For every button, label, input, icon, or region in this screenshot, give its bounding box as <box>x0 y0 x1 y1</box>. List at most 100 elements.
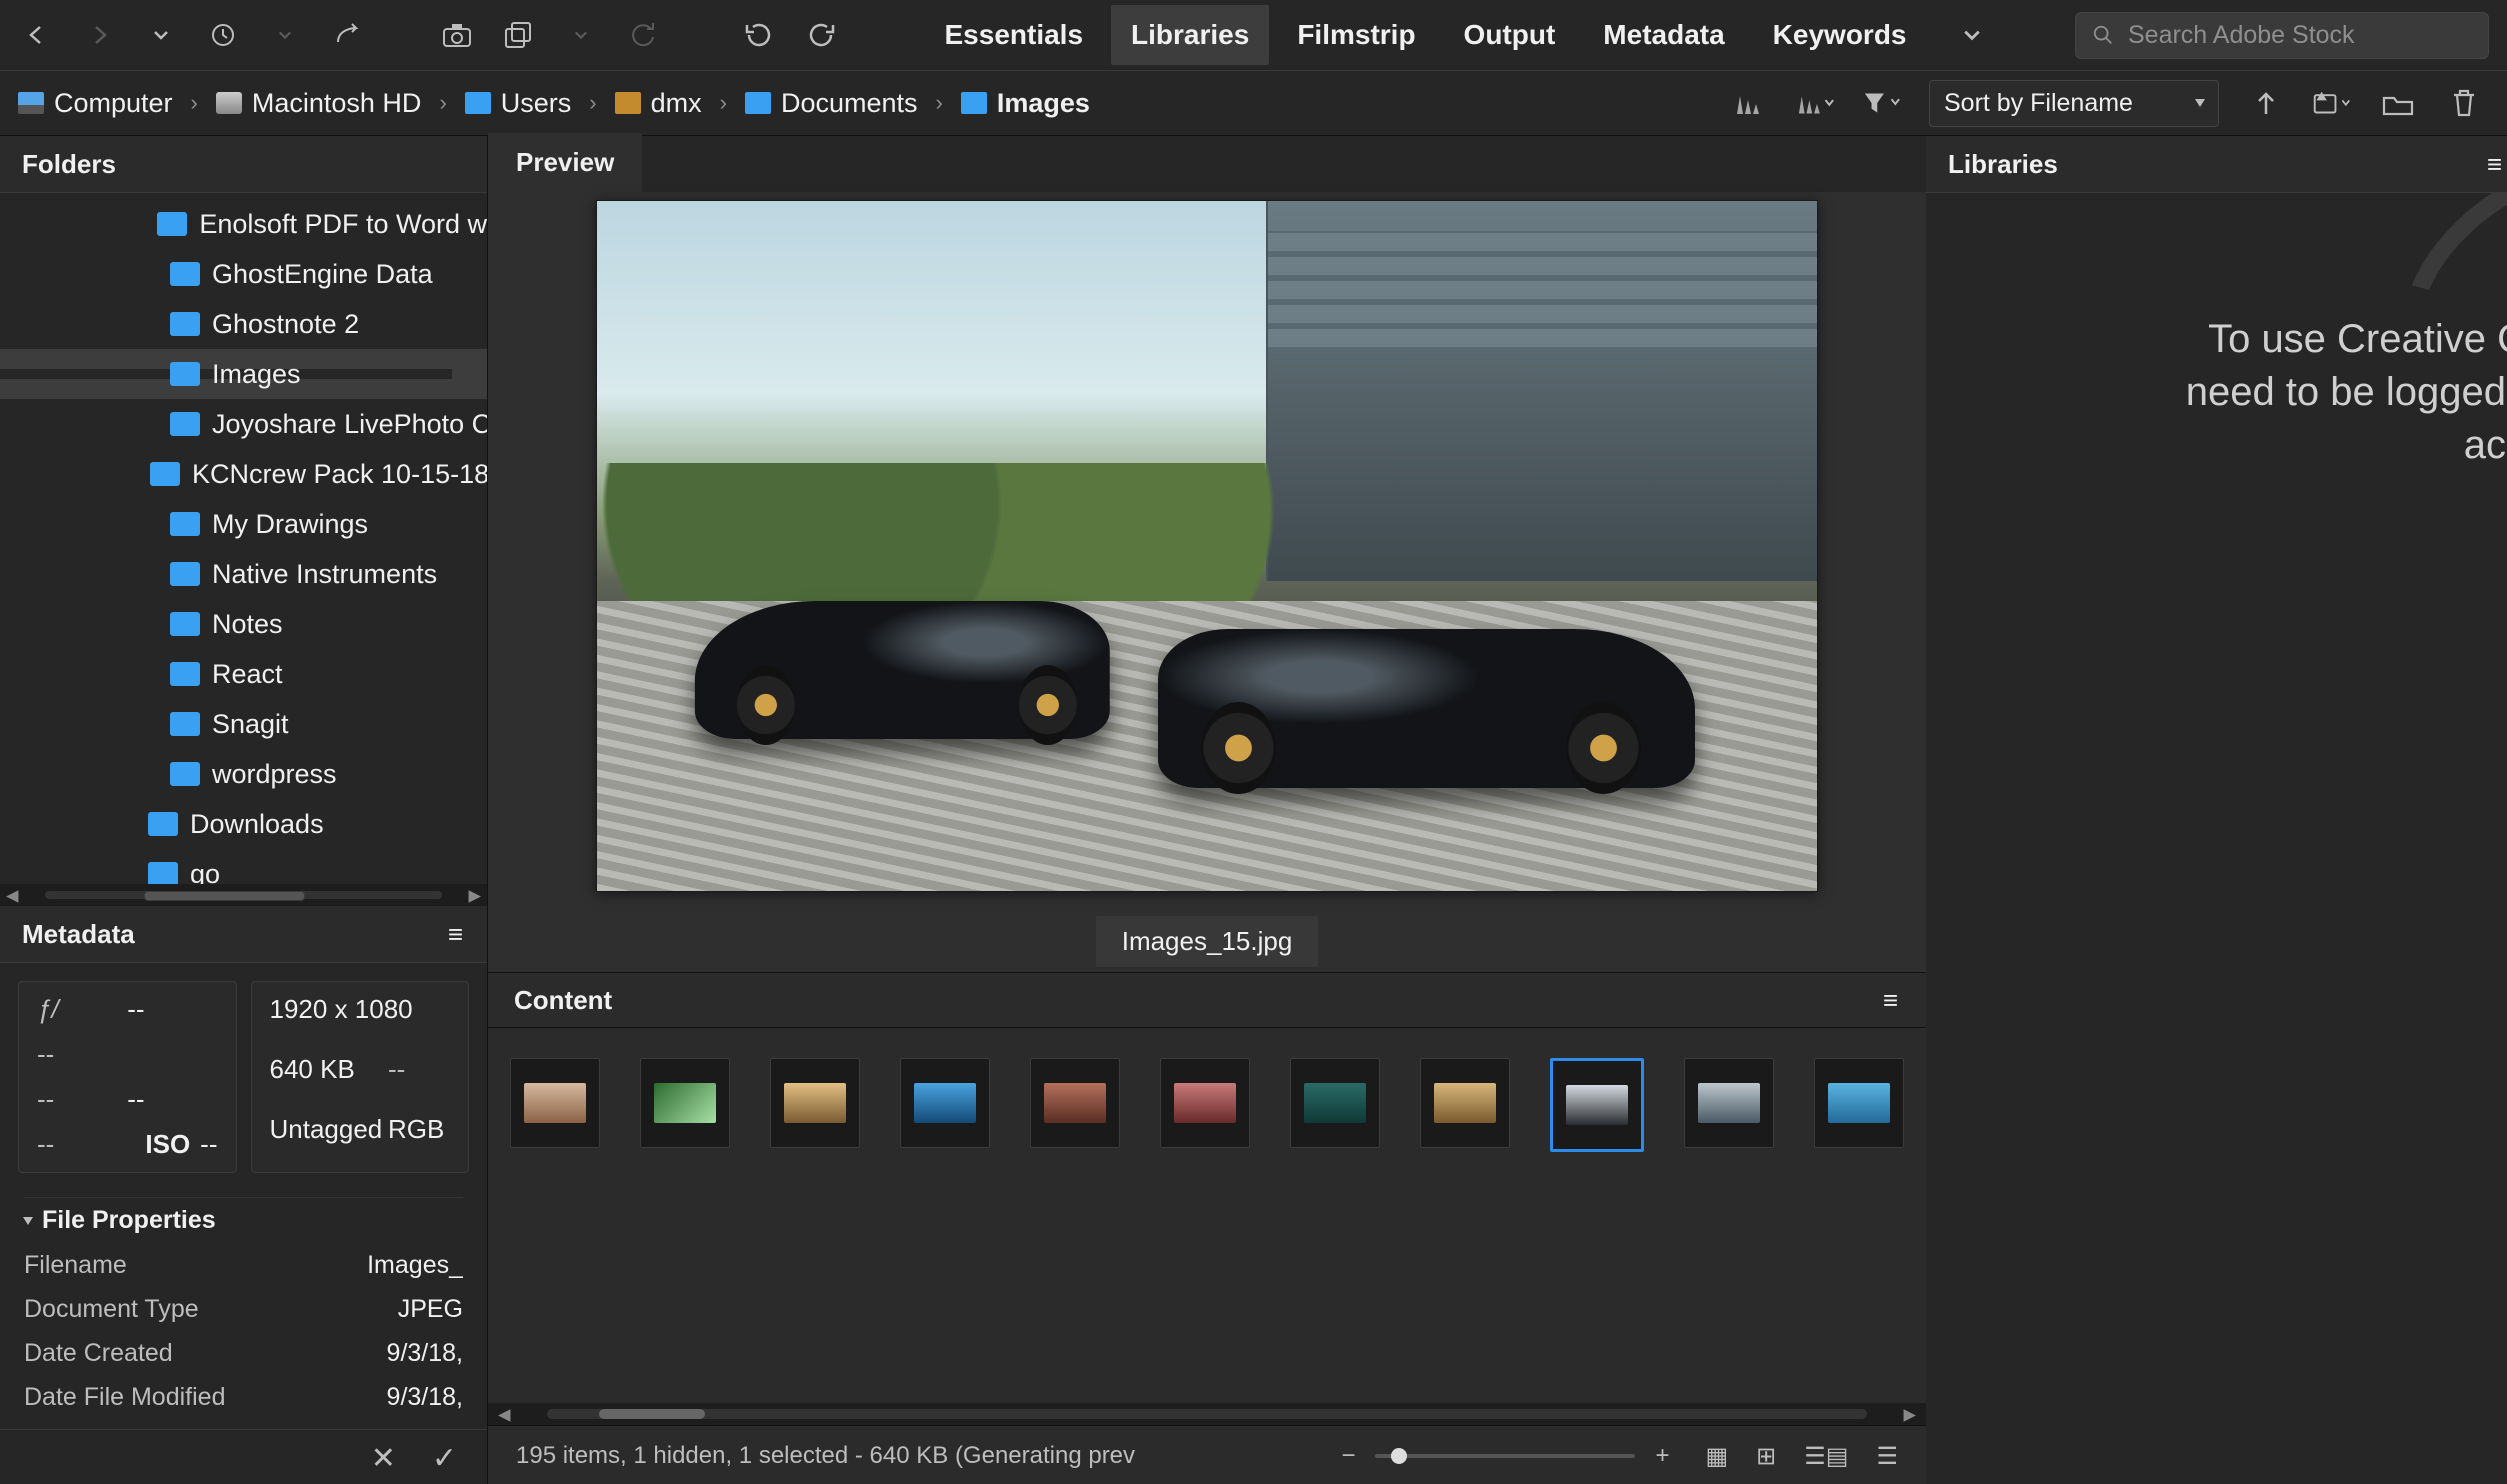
delete-button[interactable] <box>2445 84 2483 122</box>
folder-row[interactable]: My Drawings <box>0 499 487 549</box>
thumbnail[interactable] <box>770 1058 860 1148</box>
zoom-out-icon[interactable]: − <box>1341 1442 1355 1470</box>
nav-forward-button[interactable] <box>80 16 118 54</box>
disclosure-triangle-icon[interactable] <box>138 319 158 329</box>
thumbnail[interactable] <box>510 1058 600 1148</box>
new-folder-button[interactable] <box>2379 84 2417 122</box>
view-grid-button[interactable]: ⊞ <box>1756 1442 1776 1471</box>
folder-label: Snagit <box>212 709 289 740</box>
refresh-sync-icon[interactable] <box>624 16 662 54</box>
folder-row[interactable]: Notes <box>0 599 487 649</box>
libraries-panel-header[interactable]: Libraries ≡ <box>1926 136 2507 193</box>
cancel-metadata-button[interactable]: ✕ <box>371 1441 396 1476</box>
thumbnail[interactable] <box>1684 1058 1774 1148</box>
workspace-tab-essentials[interactable]: Essentials <box>925 5 1104 65</box>
folder-row[interactable]: Enolsoft PDF to Word w <box>0 199 487 249</box>
boomerang-icon[interactable] <box>328 16 366 54</box>
thumbnail[interactable] <box>1420 1058 1510 1148</box>
preview-filename-label[interactable]: Images_15.jpg <box>1096 916 1319 967</box>
view-list-button[interactable]: ☰ <box>1876 1442 1898 1471</box>
filter-funnel-button[interactable] <box>1863 84 1901 122</box>
history-chevron-icon[interactable] <box>266 16 304 54</box>
open-in-app-button[interactable] <box>2313 84 2351 122</box>
disclosure-triangle-icon[interactable] <box>138 269 158 279</box>
batch-chevron-icon[interactable] <box>562 16 600 54</box>
workspace-tab-libraries[interactable]: Libraries <box>1111 5 1269 65</box>
folder-row[interactable]: Images <box>0 349 487 399</box>
rotate-ccw-button[interactable] <box>740 16 778 54</box>
sort-dropdown[interactable]: Sort by Filename <box>1929 80 2219 127</box>
crumb-computer[interactable]: Computer <box>18 88 173 119</box>
view-details-button[interactable]: ☰▤ <box>1804 1442 1848 1471</box>
crumb-users[interactable]: Users <box>465 88 572 119</box>
folder-row[interactable]: Joyoshare LivePhoto Co <box>0 399 487 449</box>
crumb-user-home[interactable]: dmx <box>615 88 702 119</box>
sort-direction-button[interactable] <box>2247 84 2285 122</box>
thumbnail[interactable] <box>1160 1058 1250 1148</box>
dimensions-value: 1920 x 1080 <box>270 994 451 1040</box>
folders-scrollbar[interactable]: ◂ ▸ <box>0 884 487 906</box>
zoom-in-icon[interactable]: + <box>1655 1442 1669 1470</box>
folders-panel-header[interactable]: Folders <box>0 136 487 193</box>
panel-menu-icon[interactable]: ≡ <box>448 919 465 950</box>
content-panel-header[interactable]: Content ≡ <box>488 972 1926 1028</box>
disclosure-triangle-icon <box>23 1217 33 1225</box>
thumbnail-zoom-slider[interactable]: − + <box>1341 1442 1669 1470</box>
thumbnail[interactable] <box>1030 1058 1120 1148</box>
thumbnail[interactable] <box>1814 1058 1904 1148</box>
tab-preview[interactable]: Preview <box>488 133 642 192</box>
crumb-documents[interactable]: Documents <box>745 88 918 119</box>
content-scrollbar[interactable]: ◂ ▸ <box>488 1403 1926 1425</box>
folder-row[interactable]: Ghostnote 2 <box>0 299 487 349</box>
rating-filter-icon[interactable] <box>1731 84 1769 122</box>
batch-rename-button[interactable] <box>500 16 538 54</box>
disclosure-triangle-icon[interactable] <box>138 369 158 379</box>
file-properties-header[interactable]: File Properties <box>24 1197 463 1243</box>
crumb-images[interactable]: Images <box>961 88 1090 119</box>
folder-row[interactable]: Native Instruments <box>0 549 487 599</box>
workspace-tab-keywords[interactable]: Keywords <box>1753 5 1927 65</box>
thumbnail[interactable] <box>640 1058 730 1148</box>
panel-menu-icon[interactable]: ≡ <box>1883 985 1900 1016</box>
workspace-more-dropdown[interactable] <box>1953 16 1991 54</box>
disclosure-triangle-icon[interactable] <box>116 819 136 829</box>
disclosure-triangle-icon[interactable] <box>116 869 136 879</box>
folder-label: Native Instruments <box>212 559 437 590</box>
folder-label: GhostEngine Data <box>212 259 433 290</box>
crumb-macintosh-hd[interactable]: Macintosh HD <box>216 88 422 119</box>
apply-metadata-button[interactable]: ✓ <box>432 1441 457 1476</box>
disclosure-triangle-icon[interactable] <box>138 419 158 429</box>
folder-row[interactable]: GhostEngine Data <box>0 249 487 299</box>
disclosure-triangle-icon[interactable] <box>138 569 158 579</box>
folder-row[interactable]: wordpress <box>0 749 487 799</box>
folder-row[interactable]: Snagit <box>0 699 487 749</box>
panel-menu-icon[interactable]: ≡ <box>2487 149 2504 180</box>
folder-label: Notes <box>212 609 283 640</box>
disclosure-triangle-icon[interactable] <box>138 669 158 679</box>
thumbnail[interactable] <box>1550 1058 1644 1152</box>
preview-image[interactable] <box>596 200 1818 892</box>
folder-row[interactable]: Downloads <box>0 799 487 849</box>
workspace-tab-output[interactable]: Output <box>1444 5 1576 65</box>
search-stock-input[interactable]: Search Adobe Stock <box>2075 12 2489 59</box>
folder-label: Joyoshare LivePhoto Co <box>212 409 487 440</box>
nav-back-button[interactable] <box>18 16 56 54</box>
workspace-tab-metadata[interactable]: Metadata <box>1583 5 1744 65</box>
thumbnail-image <box>524 1083 586 1123</box>
rating-filter-dropdown[interactable] <box>1797 84 1835 122</box>
folder-row[interactable]: KCNcrew Pack 10-15-18 <box>0 449 487 499</box>
workspace-tab-filmstrip[interactable]: Filmstrip <box>1277 5 1435 65</box>
get-photos-camera-button[interactable] <box>438 16 476 54</box>
metadata-panel-header[interactable]: Metadata ≡ <box>0 906 487 963</box>
view-grid-lock-button[interactable]: ▦ <box>1705 1442 1728 1471</box>
file-properties-section: File Properties FilenameImages_Document … <box>0 1191 487 1429</box>
nav-history-dropdown[interactable] <box>142 16 180 54</box>
reveal-recent-button[interactable] <box>204 16 242 54</box>
rotate-cw-button[interactable] <box>802 16 840 54</box>
folder-row[interactable]: React <box>0 649 487 699</box>
thumbnail[interactable] <box>1290 1058 1380 1148</box>
thumbnail-strip[interactable] <box>488 1028 1926 1403</box>
folder-icon <box>150 462 180 486</box>
thumbnail[interactable] <box>900 1058 990 1148</box>
pathbar-right-tools: Sort by Filename <box>1731 80 2489 127</box>
